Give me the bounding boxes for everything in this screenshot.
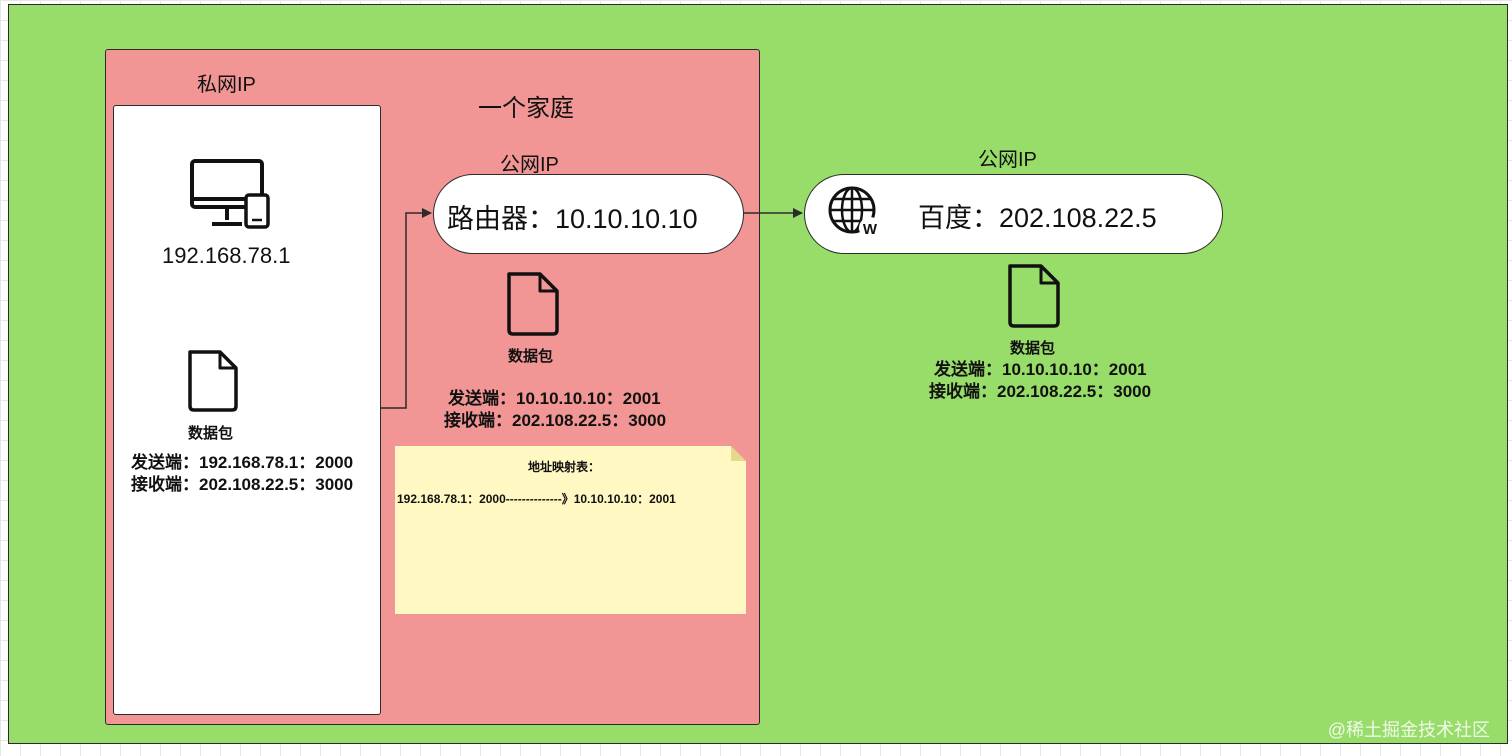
private-to-router-arrow [381, 208, 432, 409]
watermark: @稀土掘金技术社区 [1327, 720, 1490, 740]
connectors [381, 208, 803, 409]
